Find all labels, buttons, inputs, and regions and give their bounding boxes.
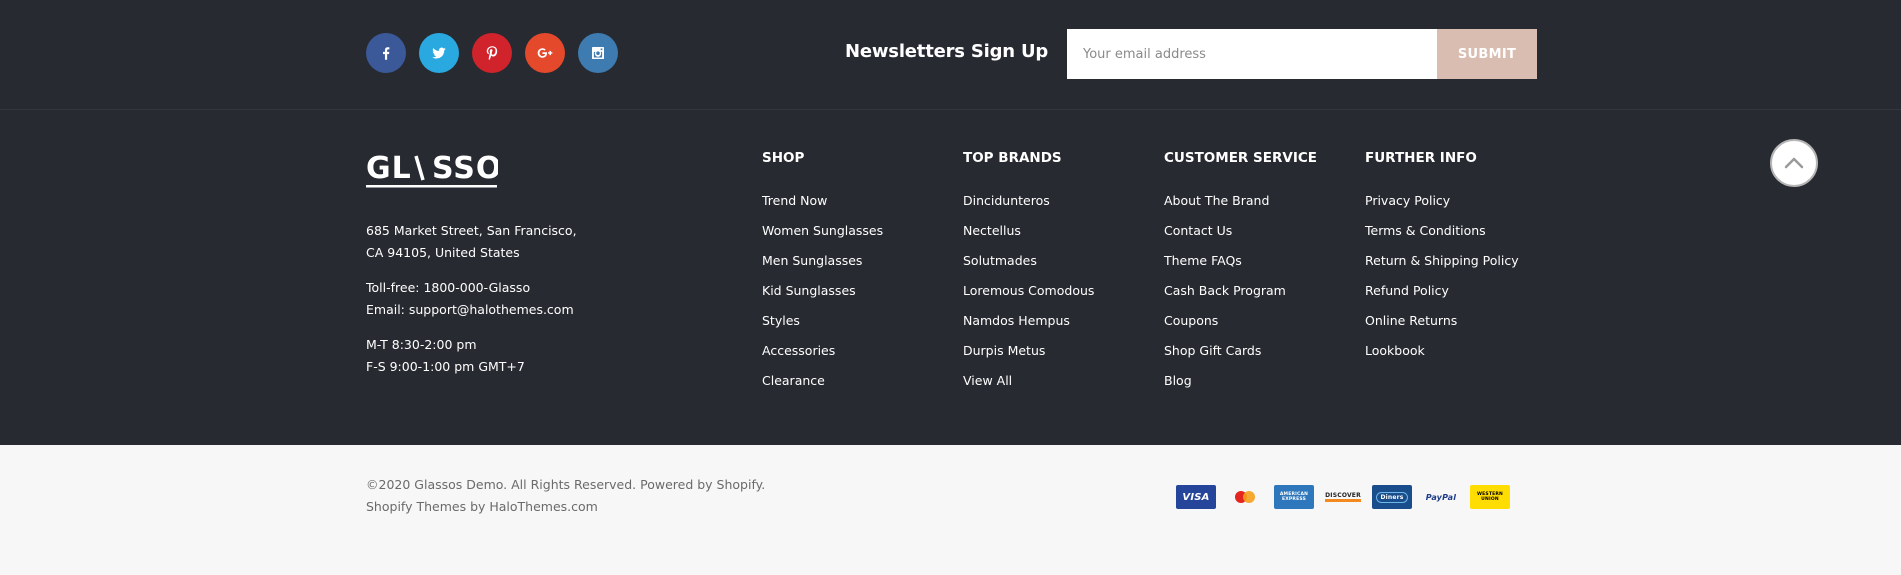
google-plus-icon: [537, 48, 553, 58]
brand-link[interactable]: Solutmades: [963, 253, 1037, 268]
newsletter-title: Newsletters Sign Up: [845, 41, 1049, 62]
service-link[interactable]: Cash Back Program: [1164, 283, 1286, 298]
brand-link[interactable]: Nectellus: [963, 223, 1021, 238]
column-title: CUSTOMER SERVICE: [1164, 150, 1317, 166]
newsletter-submit-button[interactable]: SUBMIT: [1437, 29, 1537, 79]
brand-link[interactable]: View All: [963, 373, 1012, 388]
copyright-line-1: ©2020 Glassos Demo. All Rights Reserved.…: [366, 477, 766, 492]
tollfree-text: Toll-free: 1800-000-Glasso: [366, 280, 531, 295]
paypal-label: PayPal: [1425, 492, 1457, 502]
service-link[interactable]: About The Brand: [1164, 193, 1269, 208]
address-line-1: 685 Market Street, San Francisco,: [366, 223, 577, 238]
service-link[interactable]: Blog: [1164, 373, 1192, 388]
brand-link[interactable]: Dincidunteros: [963, 193, 1050, 208]
shop-link[interactable]: Kid Sunglasses: [762, 283, 856, 298]
diners-label: Diners: [1376, 491, 1408, 503]
facebook-link[interactable]: [366, 33, 406, 73]
visa-icon: VISA: [1176, 485, 1216, 509]
footer-contact: Toll-free: 1800-000-Glasso Email: suppor…: [366, 277, 574, 321]
western-union-label: WESTERN UNION: [1476, 492, 1504, 502]
twitter-icon: [432, 47, 446, 59]
paypal-icon: PayPal: [1421, 485, 1461, 509]
back-to-top-button[interactable]: [1770, 139, 1818, 187]
western-union-icon: WESTERN UNION: [1470, 485, 1510, 509]
column-title: SHOP: [762, 150, 805, 166]
instagram-icon: [592, 47, 604, 59]
column-title: TOP BRANDS: [963, 150, 1062, 166]
svg-text:GL: GL: [366, 151, 412, 186]
shop-link[interactable]: Accessories: [762, 343, 835, 358]
brand-link[interactable]: Durpis Metus: [963, 343, 1045, 358]
service-link[interactable]: Contact Us: [1164, 223, 1232, 238]
footer-logo[interactable]: GL SSO: [366, 148, 498, 188]
instagram-link[interactable]: [578, 33, 618, 73]
newsletter-email-input[interactable]: [1067, 29, 1437, 79]
footer-address: 685 Market Street, San Francisco, CA 941…: [366, 220, 577, 264]
amex-label: AMERICAN EXPRESS: [1279, 492, 1309, 502]
payment-methods: VISA AMERICAN EXPRESS DISCOVER Diners Pa…: [1176, 485, 1510, 509]
discover-icon: DISCOVER: [1323, 485, 1363, 509]
info-link[interactable]: Online Returns: [1365, 313, 1457, 328]
shop-link[interactable]: Men Sunglasses: [762, 253, 862, 268]
info-link[interactable]: Return & Shipping Policy: [1365, 253, 1519, 268]
footer-column-customer-service: CUSTOMER SERVICE About The Brand Contact…: [1164, 150, 1317, 402]
twitter-link[interactable]: [419, 33, 459, 73]
facebook-icon: [383, 47, 390, 60]
email-text: Email: support@halothemes.com: [366, 302, 574, 317]
amex-icon: AMERICAN EXPRESS: [1274, 485, 1314, 509]
footer-column-top-brands: TOP BRANDS Dincidunteros Nectellus Solut…: [963, 150, 1094, 402]
footer-hours: M-T 8:30-2:00 pm F-S 9:00-1:00 pm GMT+7: [366, 334, 525, 378]
shop-link[interactable]: Trend Now: [762, 193, 827, 208]
service-link[interactable]: Shop Gift Cards: [1164, 343, 1261, 358]
visa-label: VISA: [1182, 491, 1210, 503]
brand-link[interactable]: Namdos Hempus: [963, 313, 1070, 328]
footer-main: Newsletters Sign Up SUBMIT GL SSO 685 Ma…: [0, 0, 1901, 445]
footer-column-further-info: FURTHER INFO Privacy Policy Terms & Cond…: [1365, 150, 1519, 372]
mastercard-circles: [1235, 491, 1255, 503]
column-title: FURTHER INFO: [1365, 150, 1477, 166]
shop-link[interactable]: Women Sunglasses: [762, 223, 883, 238]
chevron-up-icon: [1784, 157, 1804, 169]
hours-line-1: M-T 8:30-2:00 pm: [366, 337, 477, 352]
discover-label: DISCOVER: [1325, 492, 1361, 502]
address-line-2: CA 94105, United States: [366, 245, 520, 260]
service-link[interactable]: Coupons: [1164, 313, 1218, 328]
footer-column-shop: SHOP Trend Now Women Sunglasses Men Sung…: [762, 150, 883, 402]
shop-link[interactable]: Styles: [762, 313, 800, 328]
social-links: [366, 33, 618, 73]
brand-link[interactable]: Loremous Comodous: [963, 283, 1094, 298]
service-link[interactable]: Theme FAQs: [1164, 253, 1242, 268]
pinterest-icon: [486, 46, 498, 61]
copyright-line-2: Shopify Themes by HaloThemes.com: [366, 499, 598, 514]
info-link[interactable]: Lookbook: [1365, 343, 1425, 358]
info-link[interactable]: Refund Policy: [1365, 283, 1449, 298]
diners-icon: Diners: [1372, 485, 1412, 509]
info-link[interactable]: Terms & Conditions: [1365, 223, 1486, 238]
pinterest-link[interactable]: [472, 33, 512, 73]
mastercard-icon: [1225, 485, 1265, 509]
shop-link[interactable]: Clearance: [762, 373, 825, 388]
info-link[interactable]: Privacy Policy: [1365, 193, 1450, 208]
copyright: ©2020 Glassos Demo. All Rights Reserved.…: [366, 474, 765, 518]
footer-divider: [0, 109, 1901, 110]
svg-text:SSO: SSO: [432, 151, 498, 186]
glasso-logo-icon: GL SSO: [366, 151, 498, 188]
google-plus-link[interactable]: [525, 33, 565, 73]
hours-line-2: F-S 9:00-1:00 pm GMT+7: [366, 359, 525, 374]
